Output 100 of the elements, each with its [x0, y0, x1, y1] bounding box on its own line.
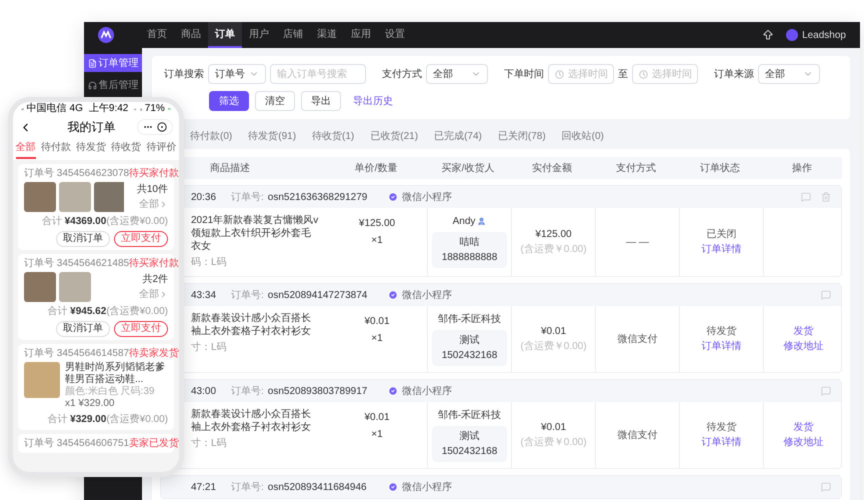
- pay-now-button[interactable]: 立即支付: [114, 321, 168, 337]
- filter-button[interactable]: 筛选: [209, 91, 249, 111]
- quantity: ×1: [371, 234, 383, 248]
- nav-tab[interactable]: 应用: [344, 22, 378, 48]
- cancel-order-button[interactable]: 取消订单: [56, 321, 110, 337]
- filter-label: 支付方式: [382, 68, 422, 82]
- nav-tab[interactable]: 订单: [208, 22, 242, 48]
- nav-tab[interactable]: 店铺: [276, 22, 310, 48]
- order-number: 订单号 3454564621485: [24, 257, 130, 270]
- order-status: 已关闭: [706, 228, 736, 242]
- status-tab[interactable]: 已关闭(78): [498, 128, 546, 144]
- upload-icon[interactable]: [762, 29, 774, 41]
- order-status: 待卖家发货: [129, 347, 179, 360]
- cancel-order-button[interactable]: 取消订单: [56, 231, 110, 247]
- order-time: 43:34: [191, 288, 218, 302]
- action-button[interactable]: 清空: [255, 91, 295, 111]
- product-spec: 寸：L码: [191, 436, 228, 451]
- nav-tab[interactable]: 渠道: [310, 22, 344, 48]
- order-number-label: 订单号:: [231, 480, 264, 494]
- order-tab[interactable]: 全部: [16, 140, 36, 158]
- order-detail-link[interactable]: 订单详情: [702, 339, 742, 354]
- source-select[interactable]: 全部: [758, 64, 820, 84]
- order-number: 订单号 3454564623078: [24, 167, 130, 180]
- order-tab[interactable]: 待收货: [111, 140, 142, 158]
- payment-method: — —: [626, 236, 649, 250]
- nav-tab[interactable]: 设置: [378, 22, 412, 48]
- battery-percent: 71%: [144, 104, 165, 114]
- payment-select[interactable]: 全部: [426, 64, 488, 84]
- action-link[interactable]: 发货: [794, 420, 814, 435]
- order-tab[interactable]: 待评价: [146, 140, 176, 158]
- paid-amount: ¥0.01: [540, 325, 566, 339]
- payment-method: 微信支付: [618, 332, 658, 346]
- order-source: 微信小程序: [402, 190, 452, 204]
- status-tab[interactable]: 待发货(91): [248, 128, 296, 144]
- item-count: 共2件: [142, 272, 168, 287]
- action-button[interactable]: 导出: [301, 91, 341, 111]
- mini-program-icon: [388, 386, 398, 396]
- chevron-right-icon: [159, 200, 168, 209]
- order-source: 微信小程序: [402, 384, 452, 398]
- order-time: 43:00: [191, 384, 218, 398]
- status-tab[interactable]: 回收站(0): [562, 128, 604, 144]
- status-tab[interactable]: 已收货(21): [370, 128, 418, 144]
- target-icon[interactable]: [157, 122, 167, 132]
- avatar[interactable]: [786, 29, 798, 41]
- receiver-name: 测试: [460, 334, 480, 348]
- logo-icon: [98, 27, 114, 43]
- receiver-name: 咭咭: [460, 236, 480, 250]
- order-detail-link[interactable]: 订单详情: [702, 435, 742, 450]
- nav-tab[interactable]: 商品: [174, 22, 208, 48]
- network-type: 4G: [70, 104, 83, 114]
- order-number-label: 订单号:: [231, 190, 264, 204]
- sidebar-item[interactable]: 售后管理: [84, 76, 142, 94]
- clock-icon: [555, 70, 564, 78]
- receiver-phone: 1502432168: [442, 445, 498, 459]
- order-tab[interactable]: 待发货: [76, 140, 106, 158]
- order-number: 订单号 3454564614587: [24, 347, 130, 360]
- export-history-link[interactable]: 导出历史: [353, 94, 393, 108]
- sidebar-item[interactable]: 订单管理: [84, 54, 142, 72]
- order-detail-link[interactable]: 订单详情: [702, 242, 742, 257]
- view-all-link[interactable]: 全部: [139, 197, 168, 212]
- photo-placeholder: [59, 272, 91, 302]
- product-spec: 码：L码: [191, 256, 228, 270]
- buyer-name: 邹伟-禾匠科技: [438, 312, 502, 327]
- status-tab[interactable]: 待收货(1): [312, 128, 354, 144]
- column-header: 订单状态: [700, 162, 740, 176]
- action-link[interactable]: 发货: [794, 324, 814, 339]
- unit-price: ¥125.00: [358, 217, 396, 231]
- order-status: 卖家已发货: [129, 437, 179, 450]
- action-link[interactable]: 修改地址: [784, 435, 824, 450]
- pay-now-button[interactable]: 立即支付: [114, 231, 168, 247]
- clock-time: 上午9:42: [88, 104, 128, 114]
- capsule-menu[interactable]: [137, 119, 173, 135]
- order-tab[interactable]: 待付款: [40, 140, 71, 158]
- product-spec: 寸：L码: [191, 340, 228, 355]
- paid-amount: ¥0.01: [540, 421, 566, 435]
- mini-program-icon: [388, 290, 398, 300]
- nav-tab[interactable]: 用户: [242, 22, 276, 48]
- order-status: 待买家付款: [129, 167, 179, 180]
- buyer-name: Andy: [452, 215, 476, 229]
- quantity: ×1: [371, 428, 383, 442]
- view-all-link[interactable]: 全部: [139, 287, 168, 302]
- column-header: 实付金额: [532, 162, 572, 176]
- column-header: 买家/收货人: [442, 162, 494, 176]
- filter-label: 下单时间: [504, 68, 544, 82]
- action-link[interactable]: 修改地址: [784, 339, 824, 354]
- order-time: 20:36: [191, 190, 218, 204]
- status-tab[interactable]: 待付款(0): [190, 128, 232, 144]
- column-header: 支付方式: [616, 162, 656, 176]
- order-source: 微信小程序: [402, 288, 452, 302]
- filter-label: 订单来源: [714, 68, 754, 82]
- order-number: osn520893411684946: [268, 480, 368, 494]
- filter-label: 订单搜索: [164, 68, 204, 82]
- receiver-phone: 1888888888: [442, 251, 498, 265]
- mini-program-icon: [388, 482, 398, 492]
- search-type-select[interactable]: 订单号: [208, 64, 266, 84]
- shipping-note: (含运费￥0.00): [520, 436, 587, 450]
- quantity: ×1: [371, 332, 383, 346]
- status-tab[interactable]: 已完成(74): [434, 128, 482, 144]
- photo-placeholder: [24, 182, 56, 212]
- nav-tab[interactable]: 首页: [140, 22, 174, 48]
